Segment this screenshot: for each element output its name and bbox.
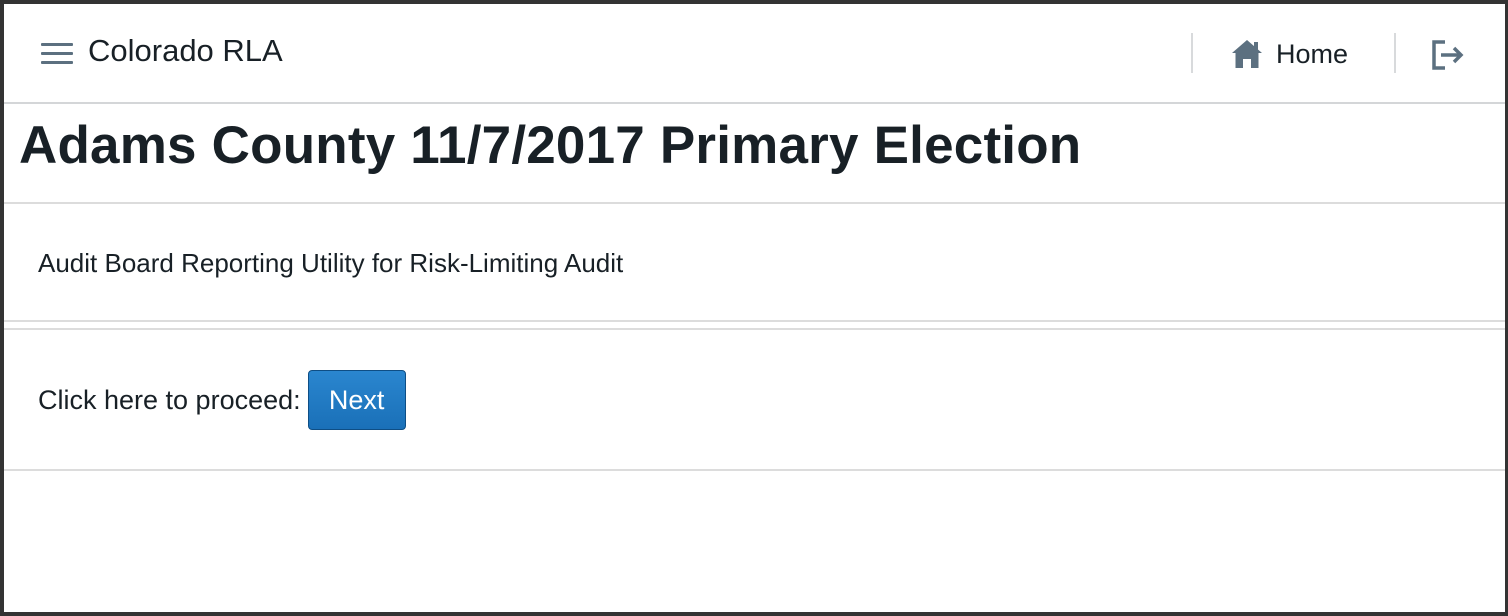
- page-title: Adams County 11/7/2017 Primary Election: [19, 116, 1082, 175]
- proceed-label: Click here to proceed:: [38, 384, 301, 415]
- divider: [4, 320, 1505, 322]
- next-button[interactable]: Next: [307, 370, 406, 430]
- logout-icon: [1432, 40, 1464, 70]
- logout-button[interactable]: [1430, 37, 1466, 73]
- home-icon: [1232, 40, 1262, 68]
- home-label: Home: [1276, 38, 1349, 69]
- divider: [4, 202, 1505, 204]
- navbar-divider: [1394, 33, 1396, 73]
- app-title: Colorado RLA: [88, 33, 283, 68]
- home-button[interactable]: Home: [1230, 36, 1348, 72]
- divider: [4, 328, 1505, 330]
- navbar-divider: [1191, 33, 1193, 73]
- proceed-row: Click here to proceed: Next: [38, 370, 406, 430]
- page-subtitle: Audit Board Reporting Utility for Risk-L…: [38, 248, 624, 278]
- app-window: Colorado RLA Home Adams County 11/7/2017…: [0, 0, 1508, 616]
- divider: [4, 469, 1505, 471]
- top-navbar: Colorado RLA Home: [4, 4, 1505, 104]
- hamburger-menu-icon[interactable]: [41, 41, 75, 67]
